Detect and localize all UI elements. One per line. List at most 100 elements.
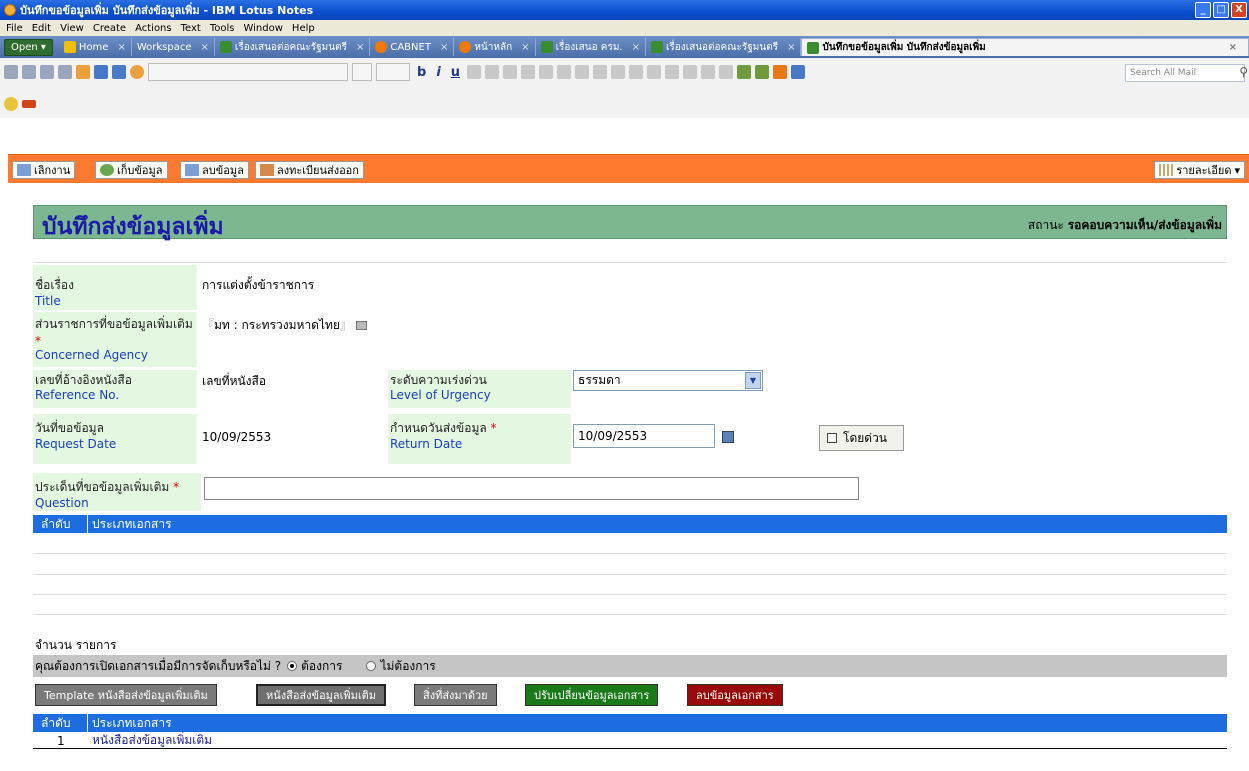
tab-cabnet[interactable]: CABNET × (370, 38, 455, 56)
toolbar-row-1: b i u (4, 60, 806, 84)
underline-button[interactable]: u (451, 65, 460, 80)
tab-workspace-label: Workspace (136, 41, 192, 53)
highlight-icon[interactable] (467, 65, 482, 79)
tab-close-icon[interactable]: × (440, 42, 448, 53)
detail-button[interactable]: รายละเอียด ▾ (1154, 161, 1245, 179)
tab-main-page[interactable]: หน้าหลัก × (454, 38, 536, 56)
record-icon[interactable] (22, 100, 36, 108)
menu-text[interactable]: Text (181, 23, 201, 34)
tab-close-icon[interactable]: × (356, 42, 364, 53)
checkbox-icon[interactable] (827, 433, 837, 443)
table-row[interactable]: 1 หนังสือส่งข้อมูลเพิ่มเติม (33, 733, 1227, 749)
style-select[interactable] (352, 63, 372, 81)
additional-info-letter-button[interactable]: หนังสือส่งข้อมูลเพิ่มเติม (256, 684, 387, 706)
text-color-icon[interactable] (485, 65, 500, 79)
menu-actions[interactable]: Actions (135, 23, 172, 34)
print-icon[interactable] (112, 65, 126, 79)
sametime-icon[interactable] (791, 65, 806, 79)
menu-tools[interactable]: Tools (210, 23, 235, 34)
spacing-icon[interactable] (647, 65, 662, 79)
urgent-checkbox[interactable]: โดยด่วน (819, 425, 904, 451)
retdate-value: 10/09/2553 (578, 429, 648, 443)
tab-close-icon[interactable]: × (787, 42, 795, 53)
keyword-dropdown-icon[interactable] (355, 321, 367, 330)
close-button[interactable]: X (1231, 2, 1247, 18)
close-work-button[interactable]: เลิกงาน (12, 161, 76, 179)
tab-cabinet-short[interactable]: เรื่องเสนอ ครม. × (536, 38, 647, 56)
align-left-icon[interactable] (575, 65, 590, 79)
new-icon[interactable] (76, 65, 90, 79)
menu-window[interactable]: Window (243, 23, 282, 34)
size-select[interactable] (376, 63, 410, 81)
enclosures-button[interactable]: สิ่งที่ส่งมาด้วย (414, 684, 497, 706)
chevron-down-icon[interactable]: ▼ (745, 372, 761, 389)
radio-yes-label: ต้องการ (301, 658, 343, 673)
tab-home[interactable]: Home × (59, 38, 132, 56)
outdent-icon[interactable] (503, 65, 518, 79)
attach-icon[interactable] (701, 65, 716, 79)
paste-icon[interactable] (40, 65, 54, 79)
tab-workspace[interactable]: Workspace × (132, 38, 215, 56)
align-center-icon[interactable] (593, 65, 608, 79)
signature-icon[interactable] (755, 65, 770, 79)
print-preview-icon[interactable] (58, 65, 72, 79)
delete-data-button[interactable]: ลบข้อมูล (180, 161, 249, 179)
search-input[interactable]: Search All Mail ⚲ (1125, 64, 1248, 82)
template-button[interactable]: Template หนังสือส่งข้อมูลเพิ่มเติม (35, 684, 217, 706)
tab-close-icon[interactable]: × (521, 42, 529, 53)
page-title: บันทึกส่งข้อมูลเพิ่ม (42, 214, 224, 240)
delete-document-button[interactable]: ลบข้อมูลเอกสาร (687, 684, 783, 706)
find-icon[interactable] (665, 65, 680, 79)
table-icon[interactable] (683, 65, 698, 79)
status-text: สถานะ รอคอบความเห็น/ส่งข้อมูลเพิ่ม (1028, 216, 1222, 235)
numbering-icon[interactable] (557, 65, 572, 79)
indent-icon[interactable] (521, 65, 536, 79)
table-row-line (33, 614, 1227, 615)
menu-create[interactable]: Create (93, 23, 126, 34)
save-data-button[interactable]: เก็บข้อมูล (95, 161, 168, 179)
menu-file[interactable]: File (6, 23, 23, 34)
italic-button[interactable]: i (436, 65, 440, 80)
tab-cabinet-proposals[interactable]: เรื่องเสนอต่อคณะรัฐมนตรี × (215, 38, 371, 56)
window-tab-strip: Open ▾ Home × Workspace × เรื่องเสนอต่อค… (0, 36, 1249, 58)
link-icon[interactable] (719, 65, 734, 79)
calendar-icon[interactable] (722, 431, 734, 443)
maximize-button[interactable]: □ (1213, 2, 1229, 18)
flag-icon[interactable] (773, 65, 788, 79)
open-document-question: คุณต้องการเปิดเอกสารเมื่อมีการจัดเก็บหรื… (33, 655, 1227, 677)
tab-close-icon[interactable]: × (201, 42, 209, 53)
check-icon (100, 164, 114, 176)
return-date-input[interactable]: 10/09/2553 (573, 424, 715, 448)
key-icon[interactable] (4, 97, 18, 111)
bold-button[interactable]: b (417, 65, 426, 80)
urgency-select[interactable]: ธรรมดา ▼ (573, 370, 763, 391)
stop-icon[interactable] (130, 65, 144, 79)
open-button[interactable]: Open ▾ (4, 38, 53, 56)
tab-close-icon[interactable]: × (117, 42, 125, 53)
save-icon[interactable] (94, 65, 108, 79)
tab-close-icon[interactable]: × (1229, 42, 1237, 53)
cut-icon[interactable] (4, 65, 18, 79)
spell-check-icon[interactable] (737, 65, 752, 79)
search-icon[interactable]: ⚲ (1239, 65, 1248, 79)
minimize-button[interactable]: _ (1195, 2, 1211, 18)
menu-view[interactable]: View (60, 23, 84, 34)
tab-active-document[interactable]: บันทึกขอข้อมูลเพิ่ม บันทึกส่งข้อมูลเพิ่ม… (801, 38, 1249, 56)
agency-field[interactable]: 『มท : กระทรวงมหาดไทย』 (202, 316, 367, 335)
align-right-icon[interactable] (611, 65, 626, 79)
menu-help[interactable]: Help (292, 23, 315, 34)
tab-close-icon[interactable]: × (632, 42, 640, 53)
radio-yes[interactable] (287, 661, 298, 671)
bullets-icon[interactable] (539, 65, 554, 79)
divider (33, 262, 1227, 263)
row-document-link[interactable]: หนังสือส่งข้อมูลเพิ่มเติม (88, 731, 212, 750)
modify-document-button[interactable]: ปรับเปลี่ยนข้อมูลเอกสาร (525, 684, 659, 706)
copy-icon[interactable] (22, 65, 36, 79)
font-select[interactable] (148, 63, 348, 81)
menu-edit[interactable]: Edit (32, 23, 51, 34)
radio-no[interactable] (366, 661, 377, 671)
register-outgoing-button[interactable]: ลงทะเบียนส่งออก (255, 161, 364, 179)
tab-cabinet-proposals-2[interactable]: เรื่องเสนอต่อคณะรัฐมนตรี × (646, 38, 802, 56)
question-input[interactable] (204, 477, 859, 500)
justify-icon[interactable] (629, 65, 644, 79)
